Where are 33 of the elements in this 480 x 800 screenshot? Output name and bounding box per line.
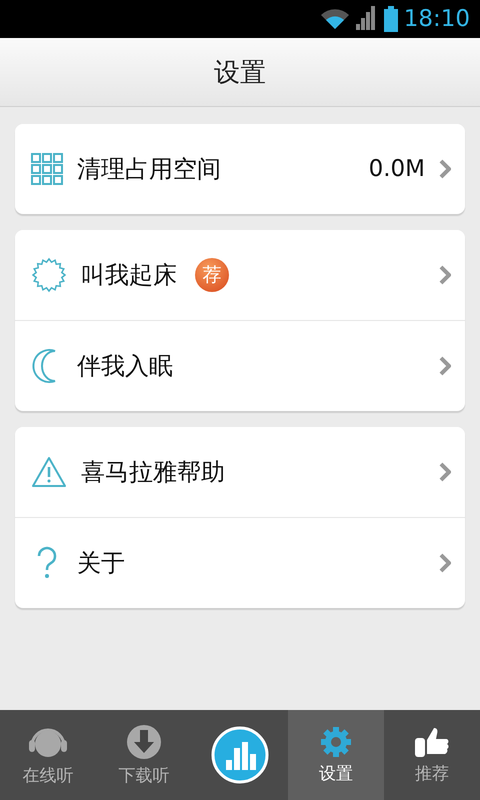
settings-row[interactable]: 伴我入眠 [15,320,465,411]
wifi-icon [320,8,350,30]
settings-row[interactable]: 关于 [15,517,465,608]
player-button[interactable] [211,726,269,784]
thumbs-up-icon [414,726,450,758]
battery-icon [384,6,398,32]
nav-tab[interactable]: 设置 [288,710,384,800]
chevron-icon [439,462,451,482]
status-time: 18:10 [404,6,470,32]
row-label: 叫我起床 [81,260,177,291]
settings-row[interactable]: 叫我起床 荐 [15,230,465,320]
page-title: 设置 [214,56,266,90]
row-label: 伴我入眠 [77,351,173,382]
chevron-icon [439,553,451,573]
sun-icon [31,257,67,293]
row-value: 0.0M [368,156,425,182]
row-label: 关于 [77,548,125,579]
nav-tab[interactable]: 推荐 [384,710,480,800]
nav-tab[interactable]: 下载听 [96,710,192,800]
warning-icon [31,456,67,488]
settings-row[interactable]: 喜马拉雅帮助 [15,427,465,517]
chevron-icon [439,265,451,285]
row-label: 清理占用空间 [77,154,221,185]
download-icon [126,724,162,760]
chevron-icon [439,159,451,179]
settings-row[interactable]: 清理占用空间 0.0M [15,124,465,214]
signal-icon [356,6,378,32]
chevron-icon [439,356,451,376]
nav-tab[interactable]: 在线听 [0,710,96,800]
settings-icon [320,726,352,758]
row-label: 喜马拉雅帮助 [81,457,225,488]
grid-icon [31,153,63,185]
recommend-badge: 荐 [195,258,229,292]
